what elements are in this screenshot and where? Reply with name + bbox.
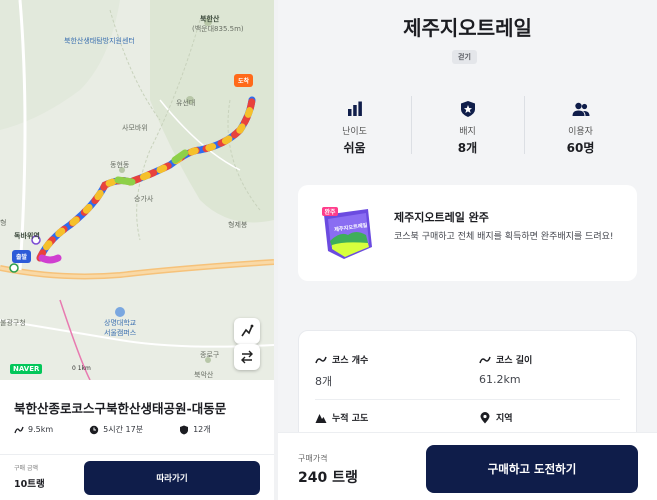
naver-logo: NAVER bbox=[10, 364, 43, 374]
stat-difficulty: 난이도 쉬움 bbox=[298, 96, 411, 156]
follow-button[interactable]: 따라가기 bbox=[84, 461, 260, 495]
map-label-hyeongjebong: 형제봉 bbox=[228, 221, 248, 229]
map-label-peak: 북한산 bbox=[200, 15, 220, 23]
price-label: 구매 금액 bbox=[14, 465, 38, 472]
route-icon bbox=[479, 356, 491, 363]
purchase-price-value: 240 트랭 bbox=[298, 470, 358, 486]
route-icon bbox=[241, 324, 254, 337]
clock-icon bbox=[89, 425, 99, 434]
map-label-jongno: 종로구 bbox=[200, 351, 220, 359]
route-toggle-button[interactable] bbox=[234, 318, 260, 344]
stat-users: 이용자 60명 bbox=[524, 96, 637, 156]
swap-icon bbox=[241, 350, 253, 364]
course-info-sheet: 북한산종로코스구북한산생태공원-대동문 9.5km 5시간 17분 12개 구매… bbox=[0, 380, 274, 500]
swap-direction-button[interactable] bbox=[234, 344, 260, 370]
badge-ribbon-text: 완주 bbox=[324, 208, 336, 216]
detail-elevation: 누적 고도 bbox=[315, 411, 455, 431]
badge-icon bbox=[460, 101, 475, 117]
map-label-center: 북한산생태탐방지원센터 bbox=[64, 37, 135, 45]
users-icon bbox=[572, 102, 589, 116]
course-panel: 북한산 (백운대835.5m) 북한산생태탐방지원센터 유선대 사모바위 동현동… bbox=[0, 0, 274, 500]
map-label-sangmyung: 상명대학교 서울캠퍼스 bbox=[104, 319, 137, 337]
stat-difficulty-value: 쉬움 bbox=[343, 141, 366, 155]
buy-and-challenge-button[interactable]: 구매하고 도전하기 bbox=[426, 445, 638, 493]
detail-course-count-value: 8개 bbox=[315, 375, 333, 388]
badge-metric: 12개 bbox=[179, 424, 211, 435]
duration-metric: 5시간 17분 bbox=[89, 424, 143, 435]
detail-divider bbox=[315, 399, 620, 400]
map-label-sawoohyeon: 사모바위 bbox=[122, 124, 148, 132]
map-label-bukak: 북악산 bbox=[194, 371, 214, 379]
badge-card-description: 코스북 구매하고 전체 배지를 획득하면 완주배지를 드려요! bbox=[394, 232, 614, 242]
stats-row: 난이도 쉬움 배지 8개 이용자 60명 bbox=[298, 96, 637, 156]
course-title: 북한산종로코스구북한산생태공원-대동문 bbox=[14, 401, 227, 416]
stat-difficulty-label: 난이도 bbox=[342, 127, 367, 137]
map-scale: 0 1km bbox=[72, 365, 91, 372]
badge-icon bbox=[180, 425, 189, 434]
detail-region-label: 지역 bbox=[496, 414, 513, 424]
completion-badge-image: 완주 제주지오트레일 bbox=[322, 207, 372, 259]
detail-course-length-value: 61.2km bbox=[479, 373, 521, 386]
stat-badges-label: 배지 bbox=[459, 127, 476, 137]
route-icon bbox=[315, 356, 327, 363]
map-base bbox=[0, 0, 274, 380]
duration-value: 5시간 17분 bbox=[103, 425, 144, 434]
distance-metric: 9.5km bbox=[14, 424, 53, 435]
detail-course-length-label: 코스 길이 bbox=[496, 356, 533, 366]
badge-card-title: 제주지오트레일 완주 bbox=[394, 211, 489, 224]
badge-count-value: 12개 bbox=[193, 425, 211, 434]
stat-users-label: 이용자 bbox=[568, 127, 593, 137]
purchase-price-label: 구매가격 bbox=[298, 454, 328, 463]
purchase-bar: 구매가격 240 트랭 구매하고 도전하기 bbox=[278, 432, 657, 500]
map-label-seunggasa: 승가사 bbox=[134, 195, 154, 203]
course-map[interactable]: 북한산 (백운대835.5m) 북한산생태탐방지원센터 유선대 사모바위 동현동… bbox=[0, 0, 274, 380]
route-icon bbox=[14, 426, 24, 433]
route-start-pin[interactable]: 출발 bbox=[12, 250, 32, 263]
detail-course-length: 코스 길이 61.2km bbox=[479, 353, 619, 386]
bar-chart-icon bbox=[347, 101, 362, 116]
mountain-icon bbox=[315, 413, 327, 423]
route-end-pin[interactable]: 도착 bbox=[234, 74, 254, 87]
purchase-row: 구매 금액 10트랭 따라가기 bbox=[0, 454, 274, 500]
detail-course-count: 코스 개수 8개 bbox=[315, 353, 455, 389]
detail-course-count-label: 코스 개수 bbox=[332, 356, 369, 366]
location-pin-icon bbox=[480, 411, 490, 423]
map-label-peak-sub: (백운대835.5m) bbox=[192, 25, 244, 33]
coursebook-detail-panel: 제주지오트레일 걷기 난이도 쉬움 배지 8개 이용자 60명 완주 제주지오트… bbox=[278, 0, 657, 500]
coursebook-header: 제주지오트레일 걷기 난이도 쉬움 배지 8개 이용자 60명 완주 제주지오트… bbox=[278, 0, 657, 310]
map-label-yusendae: 유선대 bbox=[176, 99, 196, 107]
stat-badges: 배지 8개 bbox=[411, 96, 524, 156]
price-value: 10트랭 bbox=[14, 479, 45, 490]
stat-users-value: 60명 bbox=[566, 141, 595, 155]
detail-region: 지역 bbox=[479, 411, 619, 431]
course-metrics: 9.5km 5시간 17분 12개 bbox=[14, 424, 247, 435]
map-label-hyeong: 형 bbox=[0, 219, 7, 227]
coursebook-title: 제주지오트레일 bbox=[403, 16, 532, 40]
completion-badge-card[interactable]: 완주 제주지오트레일 제주지오트레일 완주 코스북 구매하고 전체 배지를 획득… bbox=[298, 185, 637, 281]
map-label-dokbawi: 독바위역 bbox=[14, 232, 40, 240]
map-label-bulgwang-gu: 불광구청 bbox=[0, 319, 26, 327]
activity-tag: 걷기 bbox=[452, 50, 477, 64]
stat-badges-value: 8개 bbox=[457, 141, 478, 155]
distance-value: 9.5km bbox=[28, 425, 54, 434]
detail-elevation-label: 누적 고도 bbox=[332, 414, 369, 424]
map-label-donghyeon: 동현동 bbox=[110, 161, 130, 169]
